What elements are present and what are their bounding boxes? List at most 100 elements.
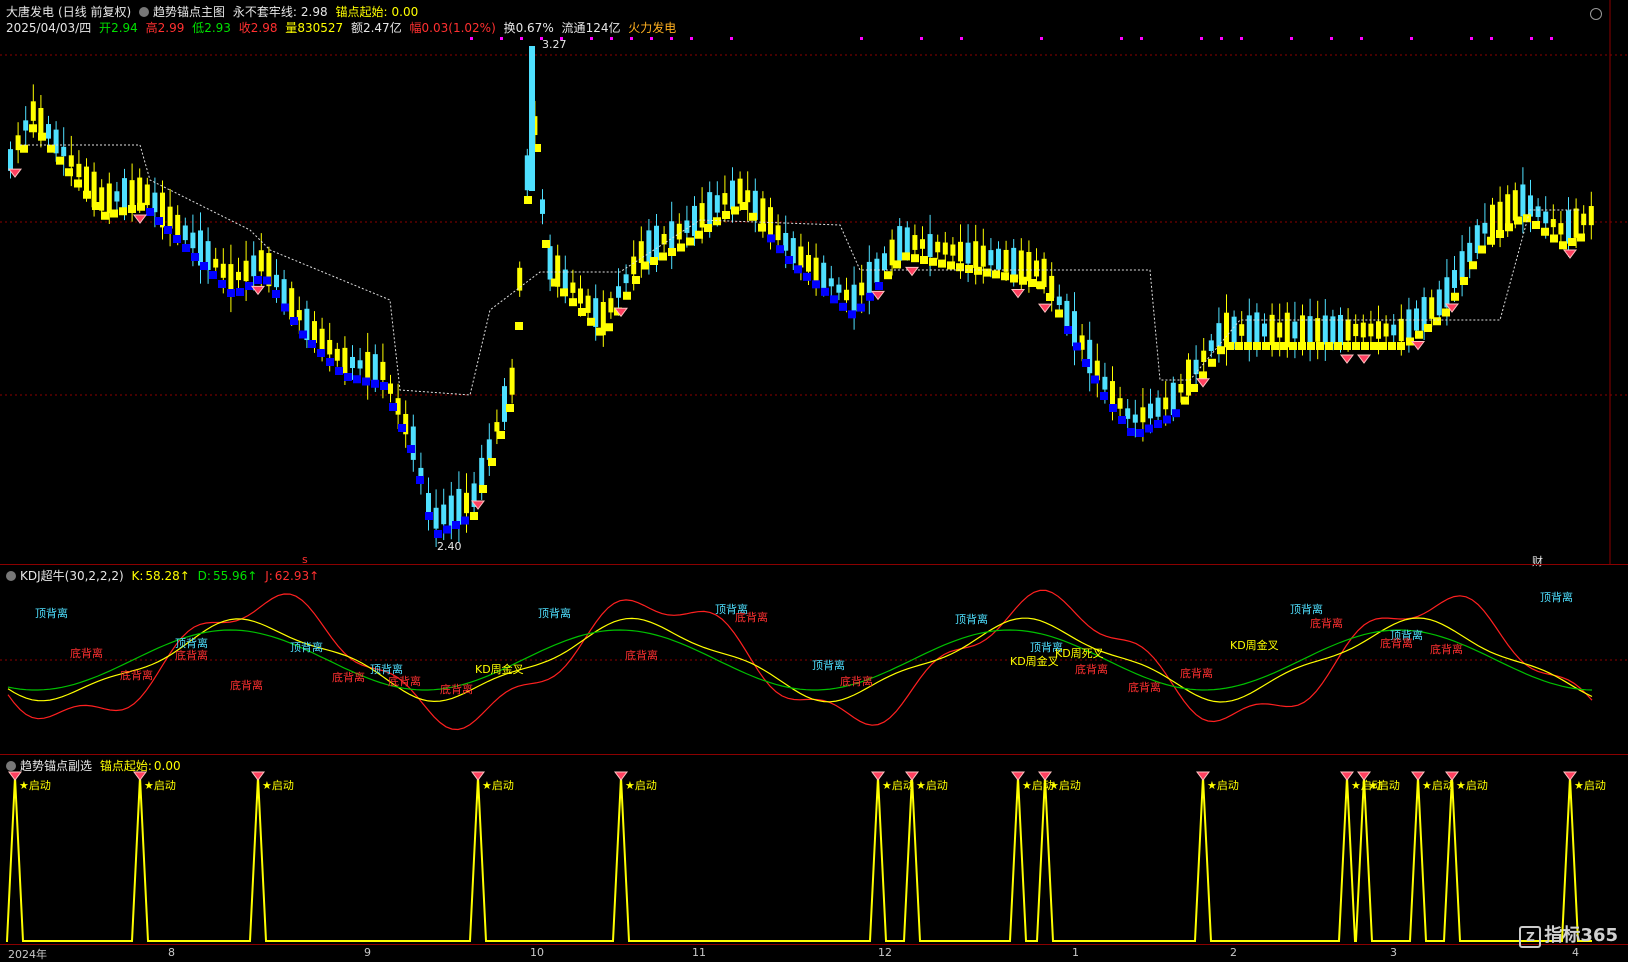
trend-block <box>1415 330 1423 339</box>
candle-body <box>722 193 728 205</box>
signal-dot <box>470 37 473 40</box>
trend-block <box>470 512 478 520</box>
kdj-pane[interactable]: KDJ超牛(30,2,2,2) K: 58.28↑ D: 55.96↑ J: 62.9… <box>0 564 1628 755</box>
candle-body <box>1132 414 1138 423</box>
trend-block <box>1487 236 1495 245</box>
trend-block <box>506 404 514 412</box>
kdj-title[interactable]: KDJ超牛(30,2,2,2) <box>20 569 124 583</box>
candle-body <box>730 180 735 210</box>
candle-body <box>1467 242 1473 262</box>
candle-body <box>669 221 675 250</box>
line-value: 2.98 <box>300 5 328 19</box>
candle-body <box>433 507 439 529</box>
trend-block <box>758 223 766 232</box>
trend-block <box>1559 241 1567 250</box>
candle-body <box>1208 340 1214 351</box>
trend-block <box>1010 274 1018 283</box>
candle-body <box>258 250 264 272</box>
kdj-signal-label: 底背离 <box>440 683 473 696</box>
trend-block <box>1136 429 1144 437</box>
sub-title[interactable]: 趋势锚点副选 <box>20 759 92 773</box>
trend-block <box>1478 245 1486 254</box>
start-signal-label: ★启动 <box>1049 779 1081 792</box>
float-label: 流通 <box>561 21 586 35</box>
candlestick-chart[interactable] <box>0 0 1628 564</box>
anchor-gem-icon <box>1011 289 1025 299</box>
stock-name[interactable]: 大唐发电 <box>6 5 54 19</box>
quote-date: 2025/04/03/四 <box>6 21 92 35</box>
candle-body <box>912 235 918 250</box>
j-label: J: <box>265 569 273 583</box>
trend-block <box>227 289 235 297</box>
candle-body <box>1482 222 1488 234</box>
candle-body <box>866 261 872 298</box>
candle-body <box>23 120 29 131</box>
candle-body <box>1117 398 1123 409</box>
trend-block <box>1424 324 1432 332</box>
sub-indicator-pane[interactable]: 趋势锚点副选 锚点起始: 0.00 ★启动 ★启动 ★启动 ★启动 ★启动 ★启动 ★启动 ★启… <box>0 754 1628 945</box>
candle-body <box>965 242 971 264</box>
trend-block <box>713 217 721 226</box>
trend-block <box>1307 342 1315 350</box>
trend-block <box>380 382 388 390</box>
start-signal-label: ★启动 <box>482 779 514 792</box>
trend-block <box>821 287 829 296</box>
trend-block <box>1550 234 1558 243</box>
main-chart-pane[interactable]: 大唐发电 (日线 前复权) 趋势锚点主图 永不套牢线: 2.98 锚点起始: 0.00… <box>0 0 1628 568</box>
candle-body <box>654 225 659 261</box>
candle-body <box>844 289 849 301</box>
candle-body <box>707 192 713 228</box>
sub-header: 趋势锚点副选 锚点起始: 0.00 <box>6 758 185 774</box>
trend-block <box>803 272 811 281</box>
trend-block <box>1109 404 1117 412</box>
candle-body <box>1262 323 1267 337</box>
trend-block <box>974 266 982 275</box>
trend-block <box>794 265 802 274</box>
trend-block <box>704 224 712 232</box>
candle-body <box>175 214 181 236</box>
trend-block <box>47 144 55 153</box>
anchor-gem-icon <box>905 266 919 277</box>
candle-body <box>1490 204 1495 241</box>
kdj-signal-label: 底背离 <box>840 675 873 688</box>
main-indicator-name[interactable]: 趋势锚点主图 <box>153 5 225 19</box>
float-value: 124亿 <box>585 21 621 35</box>
trend-block <box>1433 317 1441 326</box>
trend-block <box>902 252 910 261</box>
candle-body <box>973 241 979 269</box>
sub-toggle-icon[interactable] <box>6 761 16 771</box>
trend-block <box>371 379 379 388</box>
candle-body <box>1497 201 1503 232</box>
main-header-row1: 大唐发电 (日线 前复权) 趋势锚点主图 永不套牢线: 2.98 锚点起始: 0.00 <box>6 4 422 20</box>
start-signal-label: ★启动 <box>1422 779 1454 792</box>
candle-body <box>38 107 44 135</box>
signal-dot <box>1120 37 1123 40</box>
kdj-toggle-icon[interactable] <box>6 571 16 581</box>
trend-block <box>1280 342 1288 350</box>
candle-body <box>312 321 317 343</box>
trend-block <box>182 244 190 252</box>
start-signal-label: ★启动 <box>19 779 51 792</box>
trend-block <box>875 282 883 290</box>
signal-dot <box>1410 37 1413 40</box>
candle-body <box>1345 319 1351 341</box>
candle-body <box>623 274 629 284</box>
trend-block <box>101 211 109 220</box>
candle-body <box>874 258 880 283</box>
candle-body <box>213 258 219 268</box>
candle-body <box>1535 206 1541 218</box>
signal-dot <box>1360 37 1363 40</box>
candle-body <box>84 166 89 194</box>
start-signal-label: ★启动 <box>144 779 176 792</box>
sector-label[interactable]: 火力发电 <box>628 21 676 35</box>
amount-value: 2.47亿 <box>362 21 402 35</box>
window-control-icon[interactable] <box>1590 8 1602 20</box>
candle-body <box>243 260 249 282</box>
candle-body <box>1429 297 1435 319</box>
trend-block <box>578 308 586 316</box>
date-axis: 2024年 8 9 10 11 12 1 2 3 4 <box>0 944 1628 962</box>
candle-body <box>904 227 910 255</box>
signal-dot <box>520 37 523 40</box>
indicator-toggle-icon[interactable] <box>139 7 150 17</box>
period-label[interactable]: (日线 前复权) <box>58 5 131 19</box>
